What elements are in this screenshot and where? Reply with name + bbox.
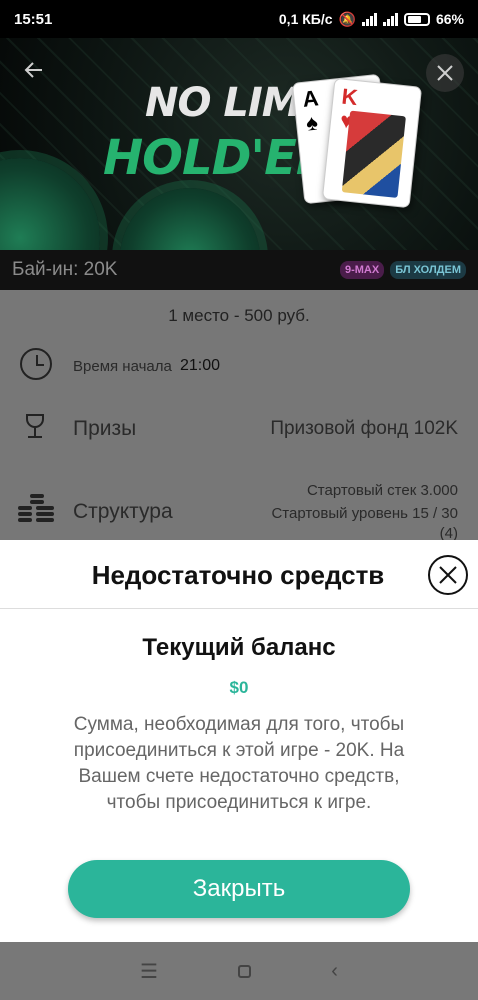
structure-label: Структура xyxy=(73,500,173,523)
buyin-label: Бай-ин: 20K xyxy=(12,259,118,280)
buyin-bar: Бай-ин: 20K 9-MAX БЛ ХОЛДЕМ xyxy=(0,250,478,290)
back-arrow-icon[interactable] xyxy=(18,54,50,86)
system-nav-bar: ☰ ‹ xyxy=(0,942,478,1000)
signal-icon-2 xyxy=(382,12,398,26)
start-time-label: Время начала xyxy=(73,358,172,375)
spade-icon: ♠ xyxy=(304,109,320,136)
prize-pool-value: Призовой фонд 102K xyxy=(270,418,458,439)
clock-icon xyxy=(20,348,52,380)
close-button[interactable]: Закрыть xyxy=(68,860,410,918)
tournament-banner: NO LIMIT HOLD'EM A ♠ K ♥ xyxy=(0,38,478,250)
close-icon[interactable] xyxy=(428,555,468,595)
back-icon[interactable]: ‹ xyxy=(331,960,338,983)
chips-stack-icon xyxy=(18,494,58,524)
prizes-row[interactable]: Призы Призовой фонд 102K xyxy=(0,412,478,452)
status-time: 15:51 xyxy=(14,10,53,28)
starting-stack: Стартовый стек 3.000 xyxy=(306,482,458,499)
king-face-image xyxy=(341,110,406,198)
poker-chip-image xyxy=(120,188,260,250)
balance-value: $0 xyxy=(229,678,249,697)
card-rank: A xyxy=(301,85,320,112)
home-icon[interactable] xyxy=(238,964,252,978)
insufficient-funds-message: Сумма, необходимая для того, чтобы присо… xyxy=(73,714,405,813)
status-bar: 15:51 0,1 КБ/с 🔕 66% xyxy=(0,0,478,38)
tournament-details: 1 место - 500 руб. Время начала 21:00 Пр… xyxy=(0,290,478,542)
first-place-prize: 1 место - 500 руб. xyxy=(168,306,310,325)
trophy-icon xyxy=(20,412,50,442)
start-time-row: Время начала 21:00 xyxy=(0,348,478,388)
start-time-value: 21:00 xyxy=(180,357,221,374)
divider xyxy=(0,608,478,609)
dialog-title: Недостаточно средств xyxy=(91,560,385,590)
game-type-badge: БЛ ХОЛДЕМ xyxy=(390,261,466,279)
battery-level: 66% xyxy=(435,11,464,27)
mute-icon: 🔕 xyxy=(338,10,356,27)
max-players-badge: 9-MAX xyxy=(339,261,385,279)
close-icon[interactable] xyxy=(426,54,464,92)
balance-title: Текущий баланс xyxy=(142,634,336,661)
battery-icon xyxy=(403,12,430,26)
signal-icon xyxy=(361,12,377,26)
network-speed: 0,1 КБ/с xyxy=(278,11,333,27)
poker-chip-image xyxy=(0,158,100,250)
starting-level: Стартовый уровень 15 / 30 xyxy=(271,505,458,522)
menu-icon[interactable]: ☰ xyxy=(140,959,158,984)
insufficient-funds-dialog: Недостаточно средств Текущий баланс $0 С… xyxy=(0,540,478,942)
structure-row[interactable]: Структура Стартовый стек 3.000 Стартовый… xyxy=(0,480,478,542)
prizes-label: Призы xyxy=(73,417,137,440)
playing-card-king: K ♥ xyxy=(321,77,423,209)
